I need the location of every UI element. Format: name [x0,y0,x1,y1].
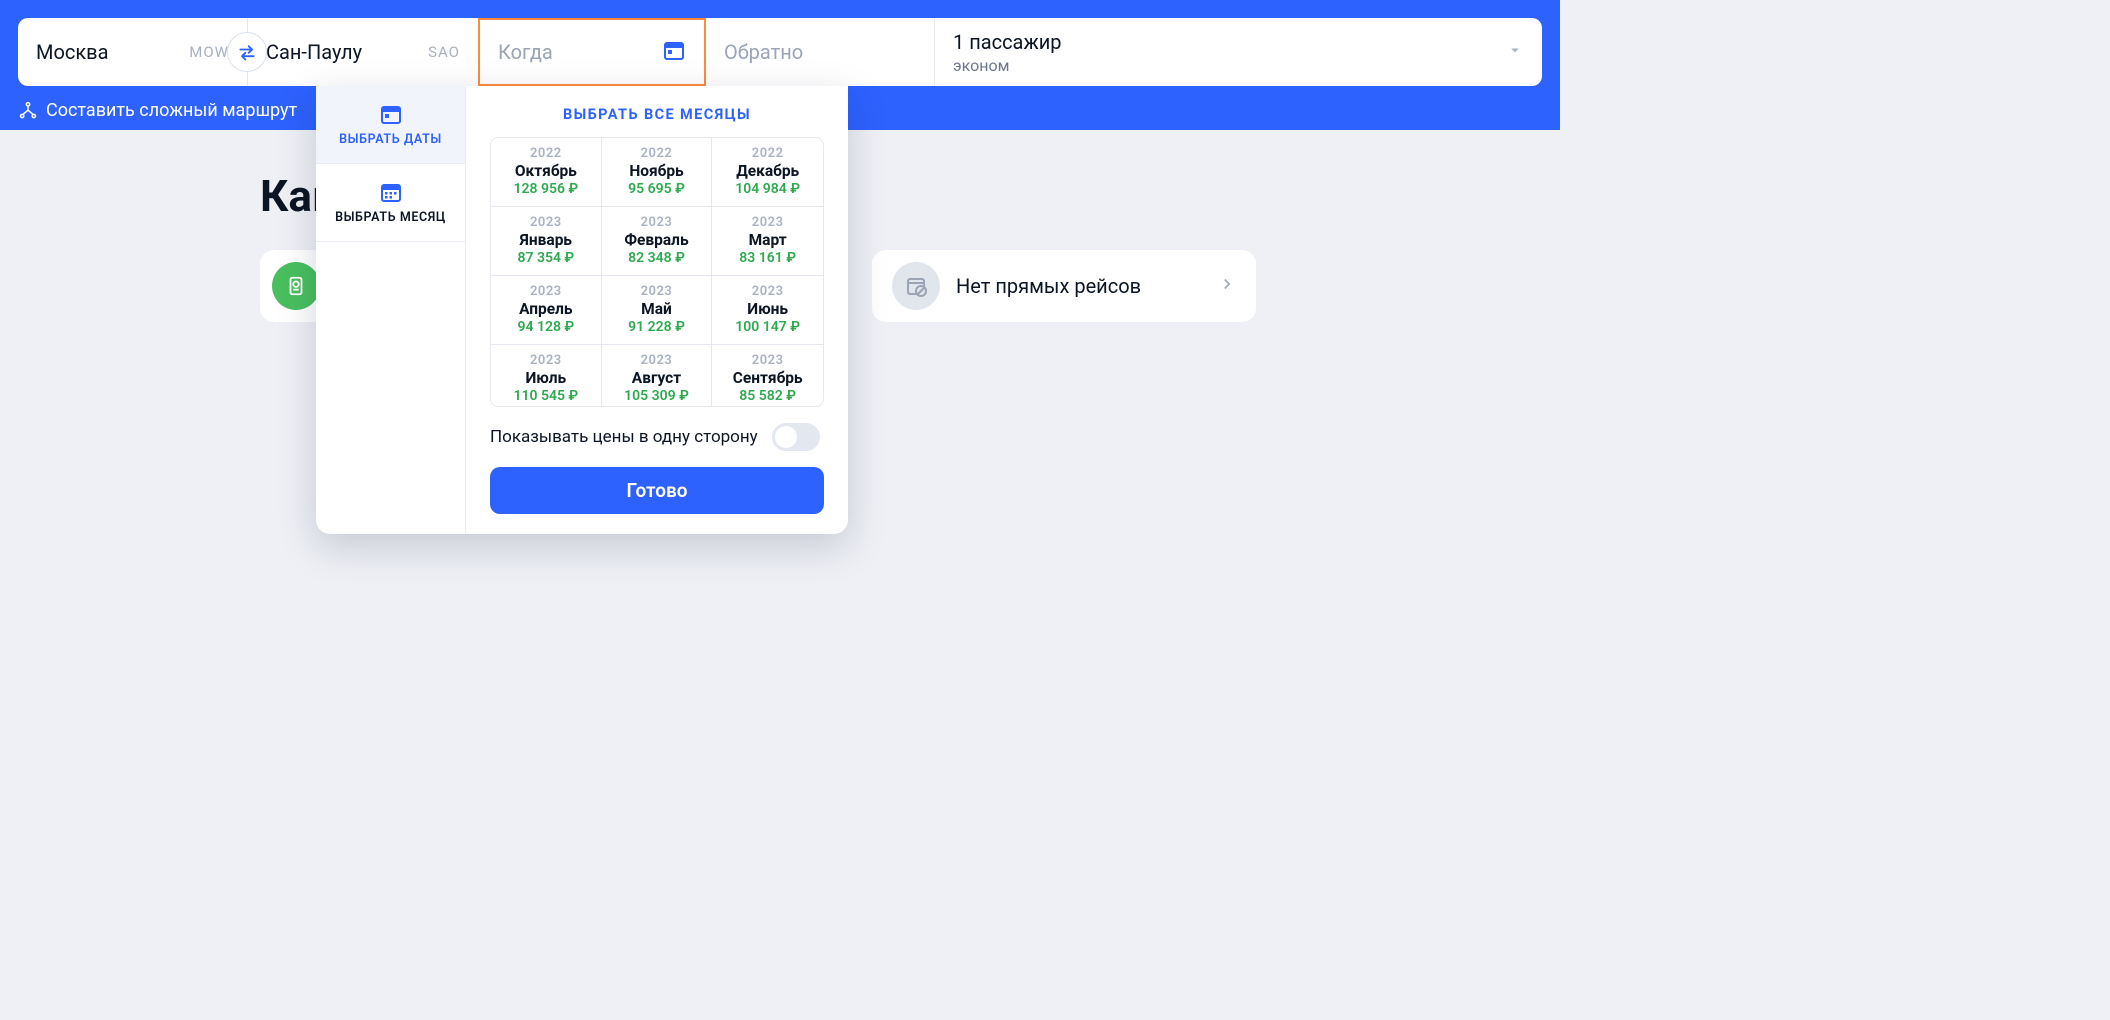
month-cell[interactable]: 2023Апрель94 128 ₽ [491,276,602,345]
return-placeholder: Обратно [724,40,803,64]
oneway-toggle-row: Показывать цены в одну сторону [490,423,824,451]
month-cell-price: 83 161 ₽ [712,250,823,266]
month-cell-name: Декабрь [712,162,823,180]
calendar-day-icon [379,102,403,126]
month-cell-price: 105 309 ₽ [602,388,712,404]
calendar-icon [662,38,686,66]
month-cell-year: 2022 [712,146,823,161]
month-cell-year: 2023 [602,284,712,299]
no-direct-label: Нет прямых рейсов [956,274,1141,298]
done-button-label: Готово [626,479,687,502]
select-all-months[interactable]: ВЫБРАТЬ ВСЕ МЕСЯЦЫ [490,106,824,123]
origin-code: MOW [189,43,229,61]
month-cell[interactable]: 2022Ноябрь95 695 ₽ [602,138,713,207]
date-picker-main: ВЫБРАТЬ ВСЕ МЕСЯЦЫ 2022Октябрь128 956 ₽2… [466,86,848,534]
month-cell-name: Октябрь [491,162,601,180]
depart-date-field[interactable]: Когда [478,18,706,86]
month-cell[interactable]: 2023Июнь100 147 ₽ [712,276,823,345]
month-cell-name: Июль [491,369,601,387]
month-cell-name: Май [602,300,712,318]
tab-select-month[interactable]: ВЫБРАТЬ МЕСЯЦ [316,164,465,242]
month-cell-price: 104 984 ₽ [712,181,823,197]
destination-city: Сан-Паулу [266,40,362,64]
month-cell[interactable]: 2022Октябрь128 956 ₽ [491,138,602,207]
search-row: Москва MOW Сан-Паулу SAO Когда Обратно 1… [18,18,1542,86]
month-cell[interactable]: 2023Май91 228 ₽ [602,276,713,345]
month-cell-name: Февраль [602,231,712,249]
month-cell-price: 110 545 ₽ [491,388,601,404]
month-cell-price: 95 695 ₽ [602,181,712,197]
date-picker-sidebar: ВЫБРАТЬ ДАТЫ ВЫБРАТЬ МЕСЯЦ [316,86,466,534]
oneway-label: Показывать цены в одну сторону [490,427,758,447]
origin-field[interactable]: Москва MOW [18,18,248,86]
month-cell-name: Ноябрь [602,162,712,180]
month-cell-year: 2023 [491,284,601,299]
swap-icon [237,42,257,62]
month-cell-price: 94 128 ₽ [491,319,601,335]
route-icon [18,101,38,121]
passengers-field[interactable]: 1 пассажир эконом [934,18,1542,86]
calendar-strike-icon [892,262,940,310]
return-date-field[interactable]: Обратно [706,18,934,86]
month-grid: 2022Октябрь128 956 ₽2022Ноябрь95 695 ₽20… [490,137,824,407]
month-cell-price: 87 354 ₽ [491,250,601,266]
month-cell-price: 100 147 ₽ [712,319,823,335]
month-cell-name: Август [602,369,712,387]
done-button[interactable]: Готово [490,467,824,514]
tab-select-dates-label: ВЫБРАТЬ ДАТЫ [339,132,442,147]
month-cell[interactable]: 2023Февраль82 348 ₽ [602,207,713,276]
month-cell[interactable]: 2022Декабрь104 984 ₽ [712,138,823,207]
month-cell-year: 2023 [602,215,712,230]
month-cell[interactable]: 2023Июль110 545 ₽ [491,345,602,407]
no-direct-flights-card[interactable]: Нет прямых рейсов [872,250,1256,322]
passenger-class: эконом [953,56,1062,75]
chevron-down-icon [1506,41,1524,63]
date-picker-popover: ВЫБРАТЬ ДАТЫ ВЫБРАТЬ МЕСЯЦ ВЫБРАТЬ ВСЕ М… [316,86,848,534]
month-cell-price: 82 348 ₽ [602,250,712,266]
chevron-right-icon [1218,275,1236,297]
month-cell-year: 2023 [602,353,712,368]
month-cell-name: Март [712,231,823,249]
month-cell-year: 2023 [491,353,601,368]
passport-icon [272,262,320,310]
calendar-month-icon [379,180,403,204]
month-cell-year: 2023 [712,215,823,230]
complex-route-link[interactable]: Составить сложный маршрут [18,100,297,121]
month-cell-price: 91 228 ₽ [602,319,712,335]
month-cell-name: Сентябрь [712,369,823,387]
month-cell[interactable]: 2023Август105 309 ₽ [602,345,713,407]
month-cell-price: 85 582 ₽ [712,388,823,404]
origin-city: Москва [36,40,108,64]
tab-select-dates[interactable]: ВЫБРАТЬ ДАТЫ [316,86,465,164]
passenger-count: 1 пассажир [953,30,1062,54]
month-cell-year: 2023 [712,284,823,299]
month-cell-year: 2023 [712,353,823,368]
month-cell-name: Январь [491,231,601,249]
destination-field[interactable]: Сан-Паулу SAO [248,18,478,86]
month-cell-year: 2022 [602,146,712,161]
destination-code: SAO [428,43,460,61]
month-cell[interactable]: 2023Январь87 354 ₽ [491,207,602,276]
month-cell-year: 2023 [491,215,601,230]
tab-select-month-label: ВЫБРАТЬ МЕСЯЦ [335,210,446,225]
oneway-toggle[interactable] [772,423,820,451]
month-cell-name: Апрель [491,300,601,318]
month-cell[interactable]: 2023Сентябрь85 582 ₽ [712,345,823,407]
depart-placeholder: Когда [498,40,553,64]
month-cell-price: 128 956 ₽ [491,181,601,197]
month-cell-name: Июнь [712,300,823,318]
complex-route-label: Составить сложный маршрут [46,100,297,121]
swap-button[interactable] [227,32,267,72]
month-cell-year: 2022 [491,146,601,161]
month-cell[interactable]: 2023Март83 161 ₽ [712,207,823,276]
